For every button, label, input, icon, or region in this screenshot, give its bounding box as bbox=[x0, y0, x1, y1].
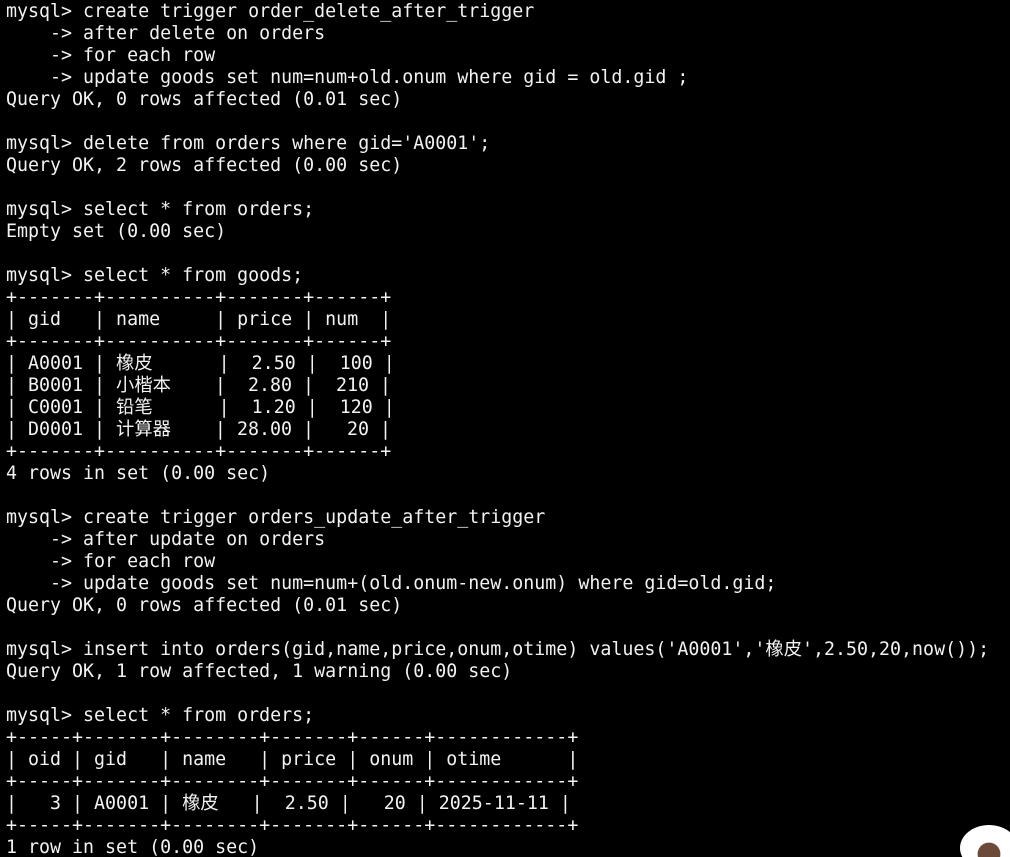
terminal-line: | gid | name | price | num | bbox=[6, 309, 392, 330]
terminal-line: mysql> create trigger orders_update_afte… bbox=[6, 507, 546, 528]
terminal-line: +-----+-------+--------+-------+------+-… bbox=[6, 771, 579, 792]
terminal-line: mysql> insert into orders(gid,name,price… bbox=[6, 639, 990, 660]
terminal-line: mysql> select * from orders; bbox=[6, 199, 315, 220]
terminal-line: Query OK, 0 rows affected (0.01 sec) bbox=[6, 89, 403, 110]
terminal-line: Empty set (0.00 sec) bbox=[6, 221, 227, 242]
terminal-line: 1 row in set (0.00 sec) bbox=[6, 837, 260, 857]
terminal-line: +-----+-------+--------+-------+------+-… bbox=[6, 815, 579, 836]
terminal-line: | A0001 | 橡皮 | 2.50 | 100 | bbox=[6, 353, 395, 374]
terminal-line: -> after delete on orders bbox=[6, 23, 326, 44]
terminal-line: | C0001 | 铅笔 | 1.20 | 120 | bbox=[6, 397, 395, 418]
terminal-line: mysql> select * from orders; bbox=[6, 705, 315, 726]
terminal-line: | D0001 | 计算器 | 28.00 | 20 | bbox=[6, 419, 392, 440]
terminal-line: -> for each row bbox=[6, 551, 216, 572]
terminal-line: | B0001 | 小楷本 | 2.80 | 210 | bbox=[6, 375, 392, 396]
terminal-line: -> update goods set num=num+(old.onum-ne… bbox=[6, 573, 777, 594]
terminal-line: Query OK, 2 rows affected (0.00 sec) bbox=[6, 155, 403, 176]
terminal-line: 4 rows in set (0.00 sec) bbox=[6, 463, 271, 484]
terminal-line: mysql> create trigger order_delete_after… bbox=[6, 1, 535, 22]
terminal-line: +-----+-------+--------+-------+------+-… bbox=[6, 727, 579, 748]
terminal-window[interactable]: mysql> create trigger order_delete_after… bbox=[0, 0, 1010, 857]
terminal-line: mysql> select * from goods; bbox=[6, 265, 304, 286]
terminal-line: -> update goods set num=num+old.onum whe… bbox=[6, 67, 689, 88]
terminal-line: Query OK, 0 rows affected (0.01 sec) bbox=[6, 595, 403, 616]
terminal-line: | 3 | A0001 | 橡皮 | 2.50 | 20 | 2025-11-1… bbox=[6, 793, 571, 814]
terminal-line: +-------+----------+-------+------+ bbox=[6, 331, 392, 352]
terminal-line: -> for each row bbox=[6, 45, 216, 66]
terminal-line: | oid | gid | name | price | onum | otim… bbox=[6, 749, 579, 770]
terminal-line: +-------+----------+-------+------+ bbox=[6, 287, 392, 308]
terminal-line: mysql> delete from orders where gid='A00… bbox=[6, 133, 491, 154]
terminal-line: +-------+----------+-------+------+ bbox=[6, 441, 392, 462]
terminal-line: Query OK, 1 row affected, 1 warning (0.0… bbox=[6, 661, 513, 682]
terminal-line: -> after update on orders bbox=[6, 529, 326, 550]
